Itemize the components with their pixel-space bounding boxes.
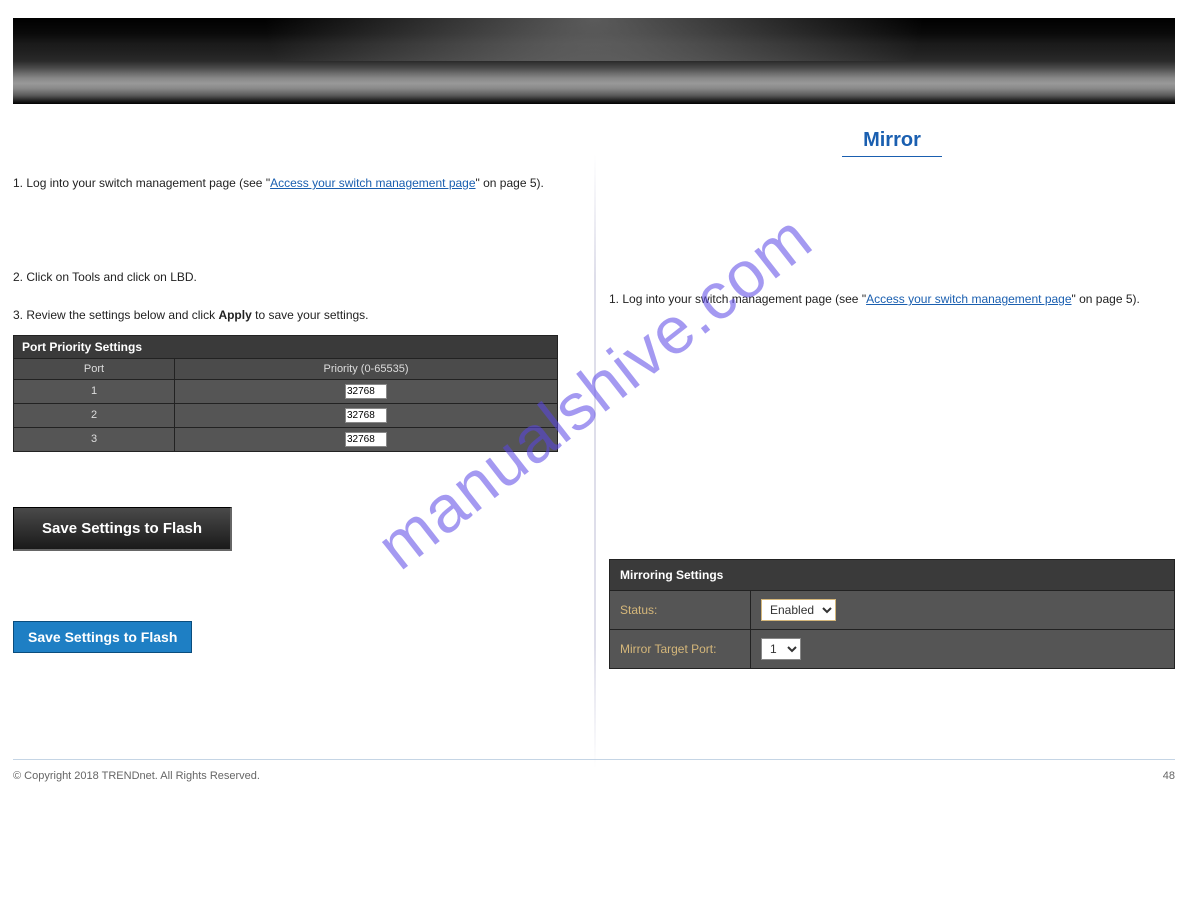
port-priority-table: Port Priority Settings Port Priority (0-… <box>13 335 558 452</box>
footer-copyright: © Copyright 2018 TRENDnet. All Rights Re… <box>13 770 260 782</box>
status-label: Status: <box>610 591 750 629</box>
port-col-header: Port <box>14 359 174 379</box>
port-table-title: Port Priority Settings <box>14 336 557 358</box>
link-access-mgmt-left[interactable]: Access your switch management page <box>270 176 475 190</box>
p4: 3. Review the settings below and click A… <box>13 306 579 325</box>
mirror-target-label: Mirror Target Port: <box>610 630 750 668</box>
p2: 1. Log into your switch management page … <box>13 174 579 193</box>
top-banner <box>13 18 1175 104</box>
priority-col-header: Priority (0-65535) <box>175 359 557 379</box>
right-p2: 1. Log into your switch management page … <box>609 290 1175 309</box>
table-row: 3 <box>14 428 557 451</box>
save-settings-flash-blue[interactable]: Save Settings to Flash <box>13 621 192 653</box>
mirror-title: Mirror <box>842 129 942 157</box>
link-access-mgmt-right[interactable]: Access your switch management page <box>866 292 1071 306</box>
mirroring-settings-table: Mirroring Settings Status: Enabled Mirro… <box>609 559 1175 669</box>
priority-input-2[interactable] <box>345 408 387 423</box>
mirror-target-select[interactable]: 1 <box>761 638 801 660</box>
status-select[interactable]: Enabled <box>761 599 836 621</box>
priority-input-1[interactable] <box>345 384 387 399</box>
table-row: 2 <box>14 404 557 427</box>
table-row: 1 <box>14 380 557 403</box>
footer-page: 48 <box>1163 770 1175 782</box>
priority-input-3[interactable] <box>345 432 387 447</box>
mirror-table-title: Mirroring Settings <box>610 560 1174 590</box>
save-settings-flash-dark[interactable]: Save Settings to Flash <box>13 507 232 551</box>
p3: 2. Click on Tools and click on LBD. <box>13 268 579 287</box>
